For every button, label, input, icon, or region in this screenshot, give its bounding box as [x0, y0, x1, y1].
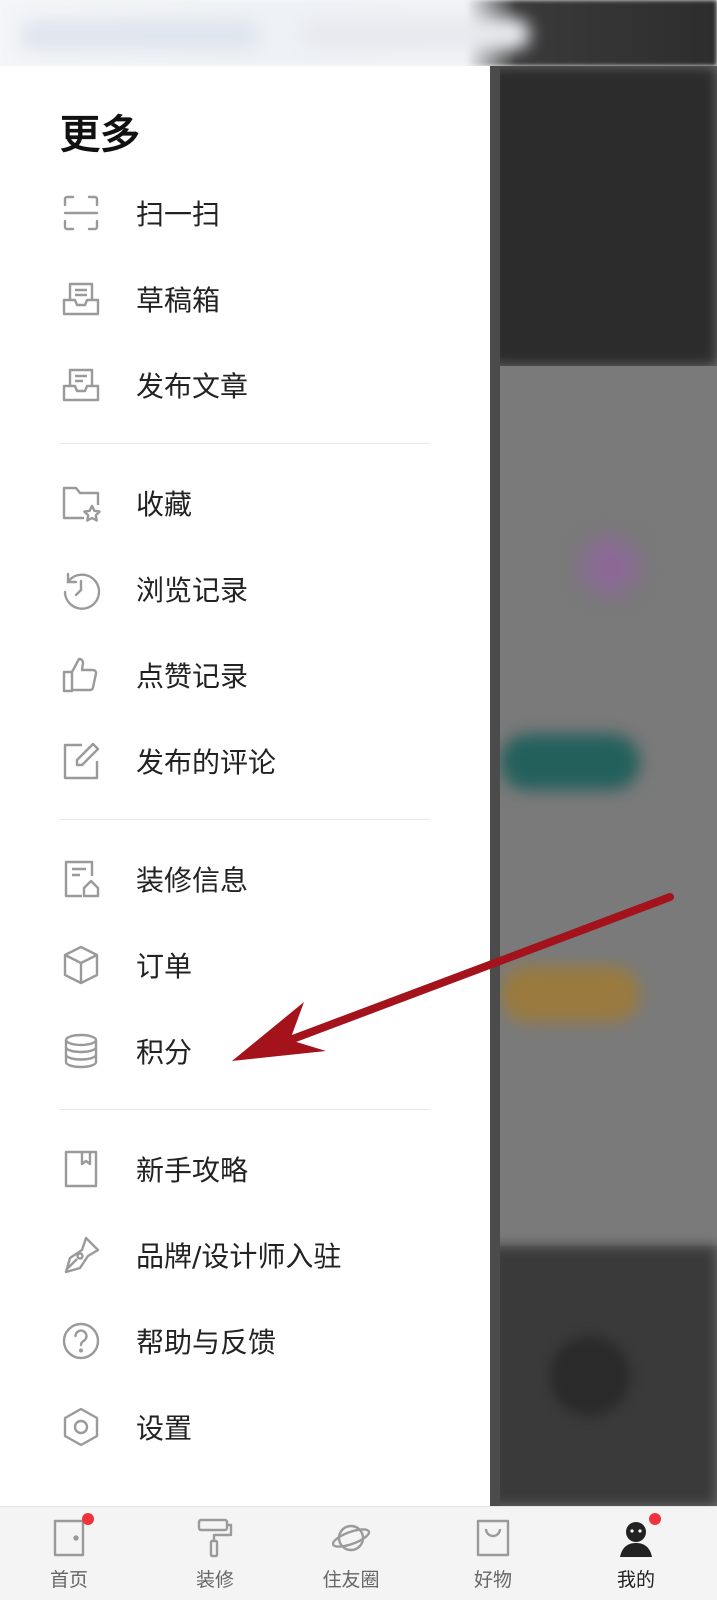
- blurred-header-area: [300, 18, 530, 50]
- renovation-doc-icon: [60, 858, 102, 900]
- blurred-header-block: [490, 66, 717, 366]
- divider: [60, 819, 430, 820]
- divider: [60, 443, 430, 444]
- menu-item-favorites[interactable]: 收藏: [60, 473, 440, 533]
- blurred-status-bar: [0, 0, 717, 66]
- profile-icon: [615, 1513, 661, 1559]
- shopping-bag-icon: [472, 1517, 514, 1559]
- menu-label: 发布的评论: [136, 746, 277, 779]
- menu-item-brand-designer-join[interactable]: 品牌/设计师入驻: [60, 1225, 440, 1285]
- menu-label: 帮助与反馈: [136, 1326, 277, 1359]
- help-icon: [60, 1320, 102, 1362]
- menu-item-publish-article[interactable]: 发布文章: [60, 355, 440, 415]
- publish-tray-icon: [60, 364, 102, 406]
- menu-item-drafts[interactable]: 草稿箱: [60, 269, 440, 329]
- menu-label: 积分: [136, 1036, 193, 1069]
- menu-item-help-feedback[interactable]: 帮助与反馈: [60, 1311, 440, 1371]
- home-door-icon: [48, 1513, 94, 1559]
- tab-label: 我的: [616, 1569, 655, 1591]
- menu-label: 扫一扫: [136, 198, 221, 231]
- blurred-search-area: [20, 20, 260, 50]
- tab-label: 首页: [49, 1569, 88, 1591]
- settings-hex-icon: [60, 1406, 102, 1448]
- menu-label: 收藏: [136, 488, 193, 521]
- tab-renovation[interactable]: 装修: [160, 1507, 270, 1600]
- notification-badge: [649, 1513, 661, 1525]
- divider: [60, 1109, 430, 1110]
- menu-label: 订单: [136, 950, 193, 983]
- drawer-title: 更多: [60, 112, 140, 158]
- menu-item-scan[interactable]: 扫一扫: [60, 183, 440, 243]
- planet-icon: [330, 1517, 372, 1559]
- menu-label: 发布文章: [136, 370, 249, 403]
- menu-label: 新手攻略: [136, 1154, 249, 1187]
- menu-label: 点赞记录: [136, 660, 249, 693]
- tab-home[interactable]: 首页: [14, 1507, 124, 1600]
- menu-label: 草稿箱: [136, 284, 221, 317]
- menu-item-beginner-guide[interactable]: 新手攻略: [60, 1139, 440, 1199]
- menu-label: 设置: [136, 1412, 193, 1445]
- bookmark-book-icon: [60, 1148, 102, 1190]
- blurred-circle: [550, 1336, 630, 1416]
- more-drawer: 更多 扫一扫 草稿箱 发布文章 收藏 浏览记录 点赞记录 发布的评论 装修信息 …: [0, 66, 490, 1506]
- bottom-tab-bar: 首页 装修 住友圈 好物 我的: [0, 1506, 717, 1600]
- tab-label: 住友圈: [322, 1569, 380, 1591]
- pen-nib-icon: [60, 1234, 102, 1276]
- tab-label: 好物: [473, 1569, 512, 1591]
- menu-item-comments[interactable]: 发布的评论: [60, 731, 440, 791]
- edit-comment-icon: [60, 740, 102, 782]
- blurred-content-block: [490, 366, 717, 1246]
- notification-badge: [82, 1513, 94, 1525]
- tab-mine[interactable]: 我的: [581, 1507, 691, 1600]
- menu-item-renovation-info[interactable]: 装修信息: [60, 849, 440, 909]
- menu-item-settings[interactable]: 设置: [60, 1397, 440, 1457]
- coins-icon: [60, 1030, 102, 1072]
- blurred-gold-button: [500, 966, 640, 1022]
- box-icon: [60, 944, 102, 986]
- menu-item-orders[interactable]: 订单: [60, 935, 440, 995]
- paint-roller-icon: [194, 1517, 236, 1559]
- folder-star-icon: [60, 482, 102, 524]
- tab-label: 装修: [195, 1569, 234, 1591]
- menu-label: 品牌/设计师入驻: [136, 1240, 342, 1273]
- blurred-avatar: [580, 536, 640, 596]
- menu-item-likes[interactable]: 点赞记录: [60, 645, 440, 705]
- menu-label: 浏览记录: [136, 574, 249, 607]
- menu-item-history[interactable]: 浏览记录: [60, 559, 440, 619]
- menu-label: 装修信息: [136, 864, 249, 897]
- blurred-teal-button: [500, 734, 640, 790]
- thumbs-up-icon: [60, 654, 102, 696]
- menu-item-points[interactable]: 积分: [60, 1021, 440, 1081]
- history-icon: [60, 568, 102, 610]
- drafts-tray-icon: [60, 278, 102, 320]
- dimmed-page-overlay[interactable]: [490, 66, 717, 1506]
- tab-goods[interactable]: 好物: [438, 1507, 548, 1600]
- tab-community[interactable]: 住友圈: [296, 1507, 406, 1600]
- scan-icon: [60, 192, 102, 234]
- drawer-shadow-edge: [490, 66, 500, 1506]
